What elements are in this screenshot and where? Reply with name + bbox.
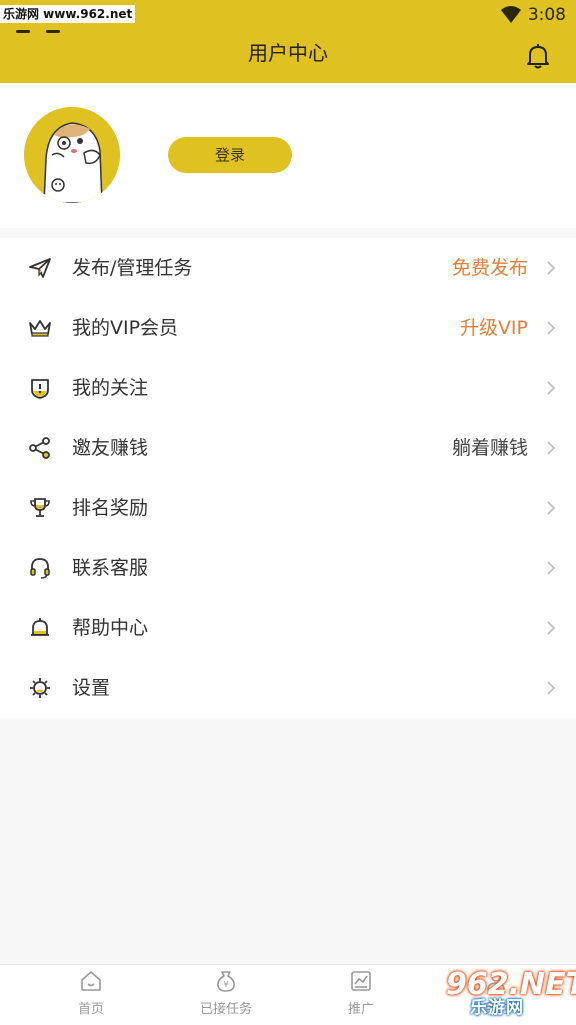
svg-text:¥: ¥ [223, 980, 228, 989]
tab-label: 推广 [347, 1002, 374, 1017]
status-time: 3:08 [527, 5, 566, 25]
menu-item-settings[interactable]: 设置 [0, 658, 576, 718]
share-icon [29, 437, 50, 459]
status-bar: 乐游网 www.962.net 3:08 [0, 0, 576, 33]
menu-item-publish-tasks[interactable]: 发布/管理任务 免费发布 [0, 238, 576, 298]
menu-item-extra: 躺着赚钱 [451, 437, 528, 459]
tab-label: 首页 [77, 1002, 104, 1017]
chevron-right-icon [547, 381, 556, 395]
paper-plane-icon [29, 258, 51, 278]
chevron-right-icon [547, 261, 556, 275]
profile-card: 登录 [0, 83, 576, 228]
avatar[interactable] [24, 107, 120, 203]
menu-list: 发布/管理任务 免费发布 我的VIP会员 升级VIP 我的关注 邀友赚钱 躺着赚… [0, 238, 576, 718]
menu-item-label: 排名奖励 [72, 497, 149, 519]
tab-accepted-tasks[interactable]: ¥ 已接任务 [154, 965, 298, 1025]
tab-home[interactable]: 首页 [19, 965, 163, 1025]
shield-alert-icon [31, 379, 49, 399]
menu-item-invite[interactable]: 邀友赚钱 躺着赚钱 [0, 418, 576, 478]
tab-label: 已接任务 [199, 1002, 252, 1017]
headset-icon [30, 558, 50, 579]
money-bag-icon: ¥ [217, 971, 235, 992]
menu-item-label: 我的VIP会员 [72, 317, 179, 339]
chevron-right-icon [547, 621, 556, 635]
menu-item-help[interactable]: 帮助中心 [0, 598, 576, 658]
crown-icon [29, 320, 51, 337]
wifi-icon [501, 6, 521, 23]
menu-item-vip[interactable]: 我的VIP会员 升级VIP [0, 298, 576, 358]
menu-item-extra: 免费发布 [451, 257, 528, 279]
menu-item-label: 我的关注 [72, 377, 149, 399]
menu-item-ranking[interactable]: 排名奖励 [0, 478, 576, 538]
home-icon [81, 971, 101, 991]
menu-item-label: 设置 [72, 677, 111, 699]
chevron-right-icon [547, 681, 556, 695]
watermark-logo-subtitle: 乐游网 [470, 998, 524, 1018]
chevron-right-icon [547, 501, 556, 515]
tab-promote[interactable]: 推广 [289, 965, 433, 1025]
menu-item-extra: 升级VIP [459, 317, 528, 339]
bell-icon[interactable] [524, 42, 552, 70]
chevron-right-icon [547, 321, 556, 335]
trophy-icon [30, 498, 50, 517]
status-indicators [16, 18, 86, 33]
cartoon-hamster-avatar [24, 107, 120, 203]
chevron-right-icon [547, 561, 556, 575]
chevron-right-icon [547, 441, 556, 455]
watermark-logo: 962.NET [446, 967, 576, 1002]
login-button[interactable]: 登录 [168, 137, 292, 173]
menu-item-label: 发布/管理任务 [72, 257, 193, 279]
chart-icon [351, 971, 371, 991]
menu-item-label: 邀友赚钱 [72, 437, 149, 459]
app-header: 乐游网 www.962.net 3:08 用户中心 [0, 0, 576, 83]
gear-icon [30, 678, 50, 698]
bell-help-icon [31, 618, 49, 636]
menu-item-follows[interactable]: 我的关注 [0, 358, 576, 418]
menu-item-label: 联系客服 [72, 557, 149, 579]
page-title: 用户中心 [248, 41, 328, 65]
menu-item-label: 帮助中心 [72, 617, 149, 639]
menu-item-support[interactable]: 联系客服 [0, 538, 576, 598]
